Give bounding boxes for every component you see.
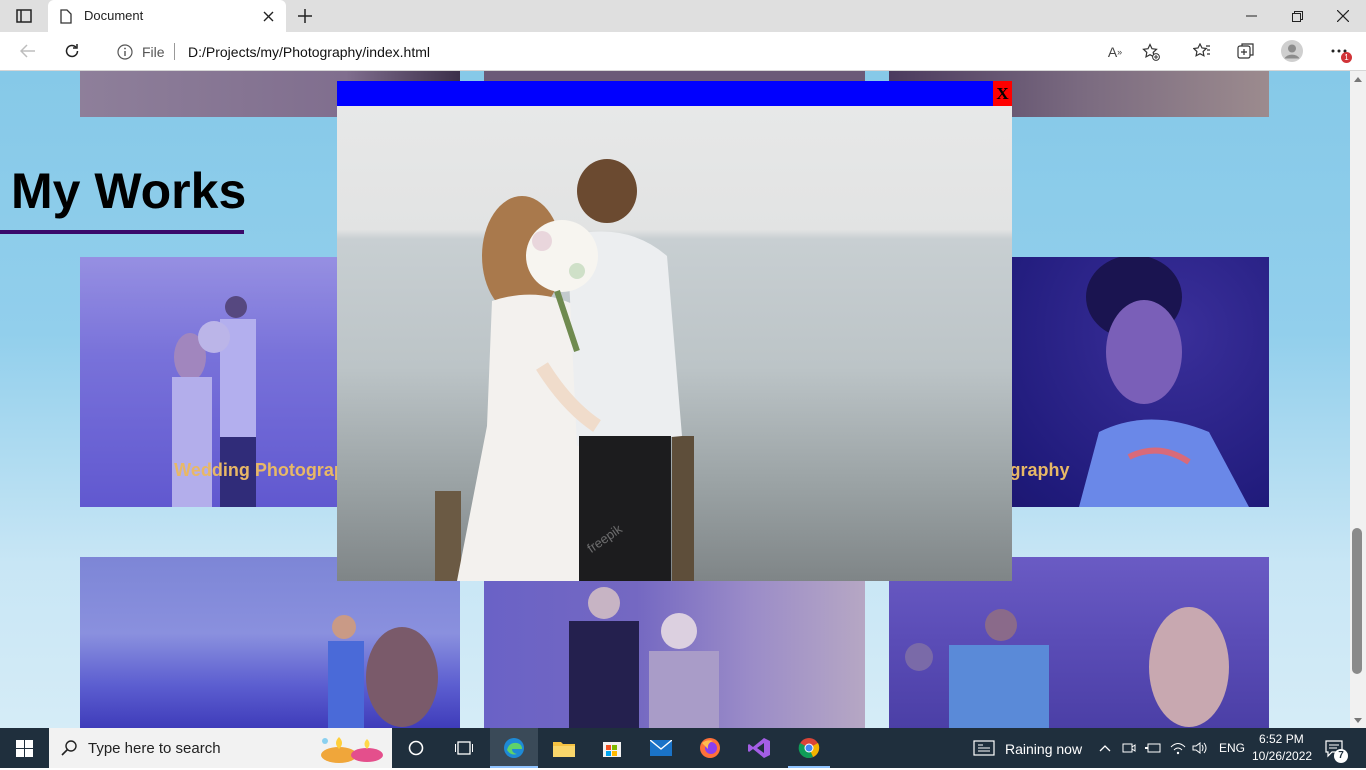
- new-tab-icon[interactable]: [294, 6, 316, 26]
- visual-studio-icon[interactable]: [745, 736, 773, 760]
- modal-close-button[interactable]: X: [993, 81, 1012, 106]
- windows-start-icon[interactable]: [12, 738, 36, 758]
- browser-toolbar: File D:/Projects/my/Photography/index.ht…: [0, 32, 1366, 71]
- favorites-icon[interactable]: [1190, 40, 1214, 62]
- close-window-icon[interactable]: [1332, 6, 1354, 26]
- battery-icon[interactable]: [1144, 740, 1162, 756]
- address-bar[interactable]: File D:/Projects/my/Photography/index.ht…: [100, 36, 1186, 67]
- wifi-icon[interactable]: [1169, 740, 1187, 756]
- show-hidden-icons-chevron-icon[interactable]: [1097, 741, 1113, 755]
- edge-icon: [502, 736, 526, 760]
- taskbar-search-box[interactable]: Type here to search: [49, 728, 392, 768]
- profile-avatar-icon[interactable]: [1279, 38, 1305, 64]
- scroll-up-arrow-icon[interactable]: [1353, 75, 1363, 83]
- add-favorite-icon[interactable]: [1140, 42, 1162, 62]
- chrome-icon: [797, 736, 821, 760]
- language-indicator[interactable]: ENG: [1219, 741, 1245, 755]
- gallery-card-elderly-couple[interactable]: [484, 581, 865, 728]
- document-icon: [58, 8, 74, 24]
- weather-icon[interactable]: [972, 739, 996, 757]
- address-divider: [174, 43, 175, 60]
- address-prefix: File: [142, 44, 165, 60]
- search-icon: [59, 738, 79, 758]
- edge-taskbar-button[interactable]: [490, 728, 538, 768]
- restore-icon[interactable]: [1286, 6, 1308, 26]
- tab-bar: Document: [0, 0, 1366, 32]
- title-underline: [0, 230, 244, 234]
- minimize-icon[interactable]: [1240, 6, 1262, 26]
- file-explorer-icon[interactable]: [550, 736, 578, 760]
- party-thumbnail-figures: [889, 597, 1269, 728]
- scrollbar-thumb[interactable]: [1352, 528, 1362, 674]
- modal-wedding-photo: freepik: [337, 106, 1012, 581]
- tab-actions-icon[interactable]: [12, 6, 36, 26]
- search-placeholder: Type here to search: [88, 740, 221, 757]
- cortana-icon[interactable]: [404, 738, 428, 758]
- volume-icon[interactable]: [1191, 740, 1209, 756]
- refresh-icon[interactable]: [60, 40, 84, 62]
- page-title: My Works: [11, 163, 247, 219]
- mail-icon[interactable]: [647, 736, 675, 760]
- task-view-icon[interactable]: [452, 738, 476, 758]
- scroll-down-arrow-icon[interactable]: [1353, 716, 1363, 724]
- chrome-taskbar-button[interactable]: [788, 728, 830, 768]
- travel-thumbnail-figure: [310, 607, 460, 728]
- close-tab-icon[interactable]: [260, 8, 276, 24]
- weather-text[interactable]: Raining now: [1005, 741, 1082, 757]
- notification-badge: 1: [1341, 52, 1352, 63]
- browser-tab[interactable]: Document: [48, 0, 286, 32]
- firefox-icon[interactable]: [696, 736, 724, 760]
- windows-taskbar: Type here to search Raining now ENG 6:52…: [0, 728, 1366, 768]
- back-arrow-icon[interactable]: [16, 40, 40, 62]
- meet-now-icon[interactable]: [1121, 740, 1137, 756]
- tab-title: Document: [84, 8, 144, 23]
- notification-count-badge: 7: [1334, 749, 1348, 763]
- clock-date[interactable]: 10/26/2022: [1252, 749, 1312, 763]
- gallery-card-travel[interactable]: [80, 557, 460, 728]
- diwali-lamp-icon[interactable]: [315, 731, 387, 765]
- read-aloud-icon[interactable]: A»: [1105, 42, 1125, 62]
- page-viewport: My Works Wedding Photography hotography …: [0, 71, 1350, 728]
- image-modal: X freepik: [337, 81, 1012, 581]
- collections-icon[interactable]: [1234, 40, 1258, 62]
- elderly-thumbnail-figures: [539, 581, 739, 728]
- gallery-card-party[interactable]: [889, 557, 1269, 728]
- modal-title-bar: [337, 81, 1012, 106]
- info-icon: [116, 43, 134, 61]
- url-text[interactable]: D:/Projects/my/Photography/index.html: [188, 44, 430, 60]
- store-icon[interactable]: [598, 736, 626, 760]
- clock-time[interactable]: 6:52 PM: [1259, 732, 1304, 746]
